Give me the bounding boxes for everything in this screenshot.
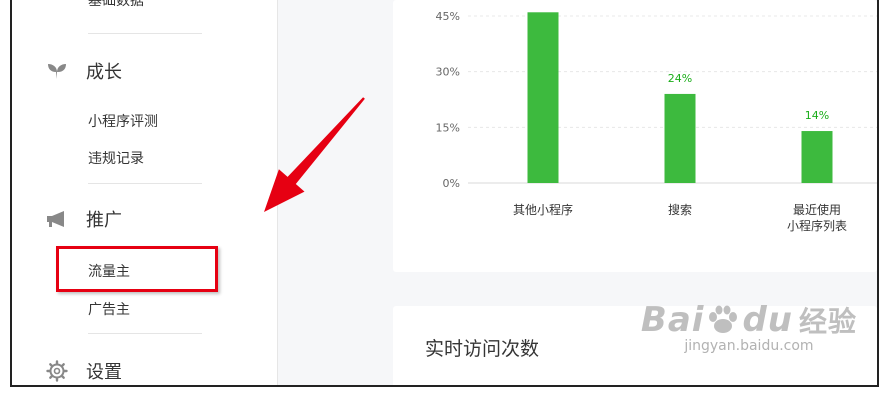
watermark: Bai du 经验 jingyan.baidu.com [641,300,857,354]
paw-icon [709,305,738,333]
baidu-logo: Bai du 经验 [640,300,857,340]
screenshot-frame: 基础数据 成长 小程序评测 违规记录 推广 流量主 广告主 设置 0% 15% … [10,0,879,387]
watermark-url: jingyan.baidu.com [684,338,814,354]
